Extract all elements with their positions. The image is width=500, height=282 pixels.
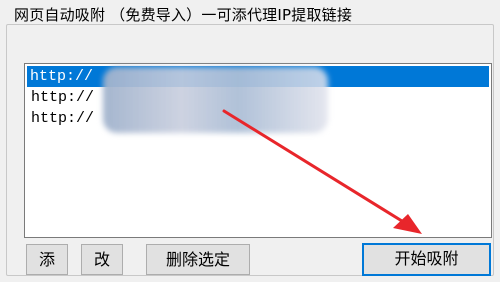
edit-button[interactable]: 改	[81, 244, 123, 275]
redaction-blur	[103, 67, 328, 133]
group-title: 网页自动吸附 （免费导入）一可添代理IP提取链接	[10, 6, 357, 24]
start-adsorb-button[interactable]: 开始吸附	[362, 243, 491, 276]
delete-selected-button[interactable]: 删除选定	[146, 244, 250, 275]
list-item[interactable]: http://	[28, 108, 94, 129]
list-item[interactable]: http://	[28, 87, 94, 108]
add-button[interactable]: 添	[26, 244, 68, 275]
